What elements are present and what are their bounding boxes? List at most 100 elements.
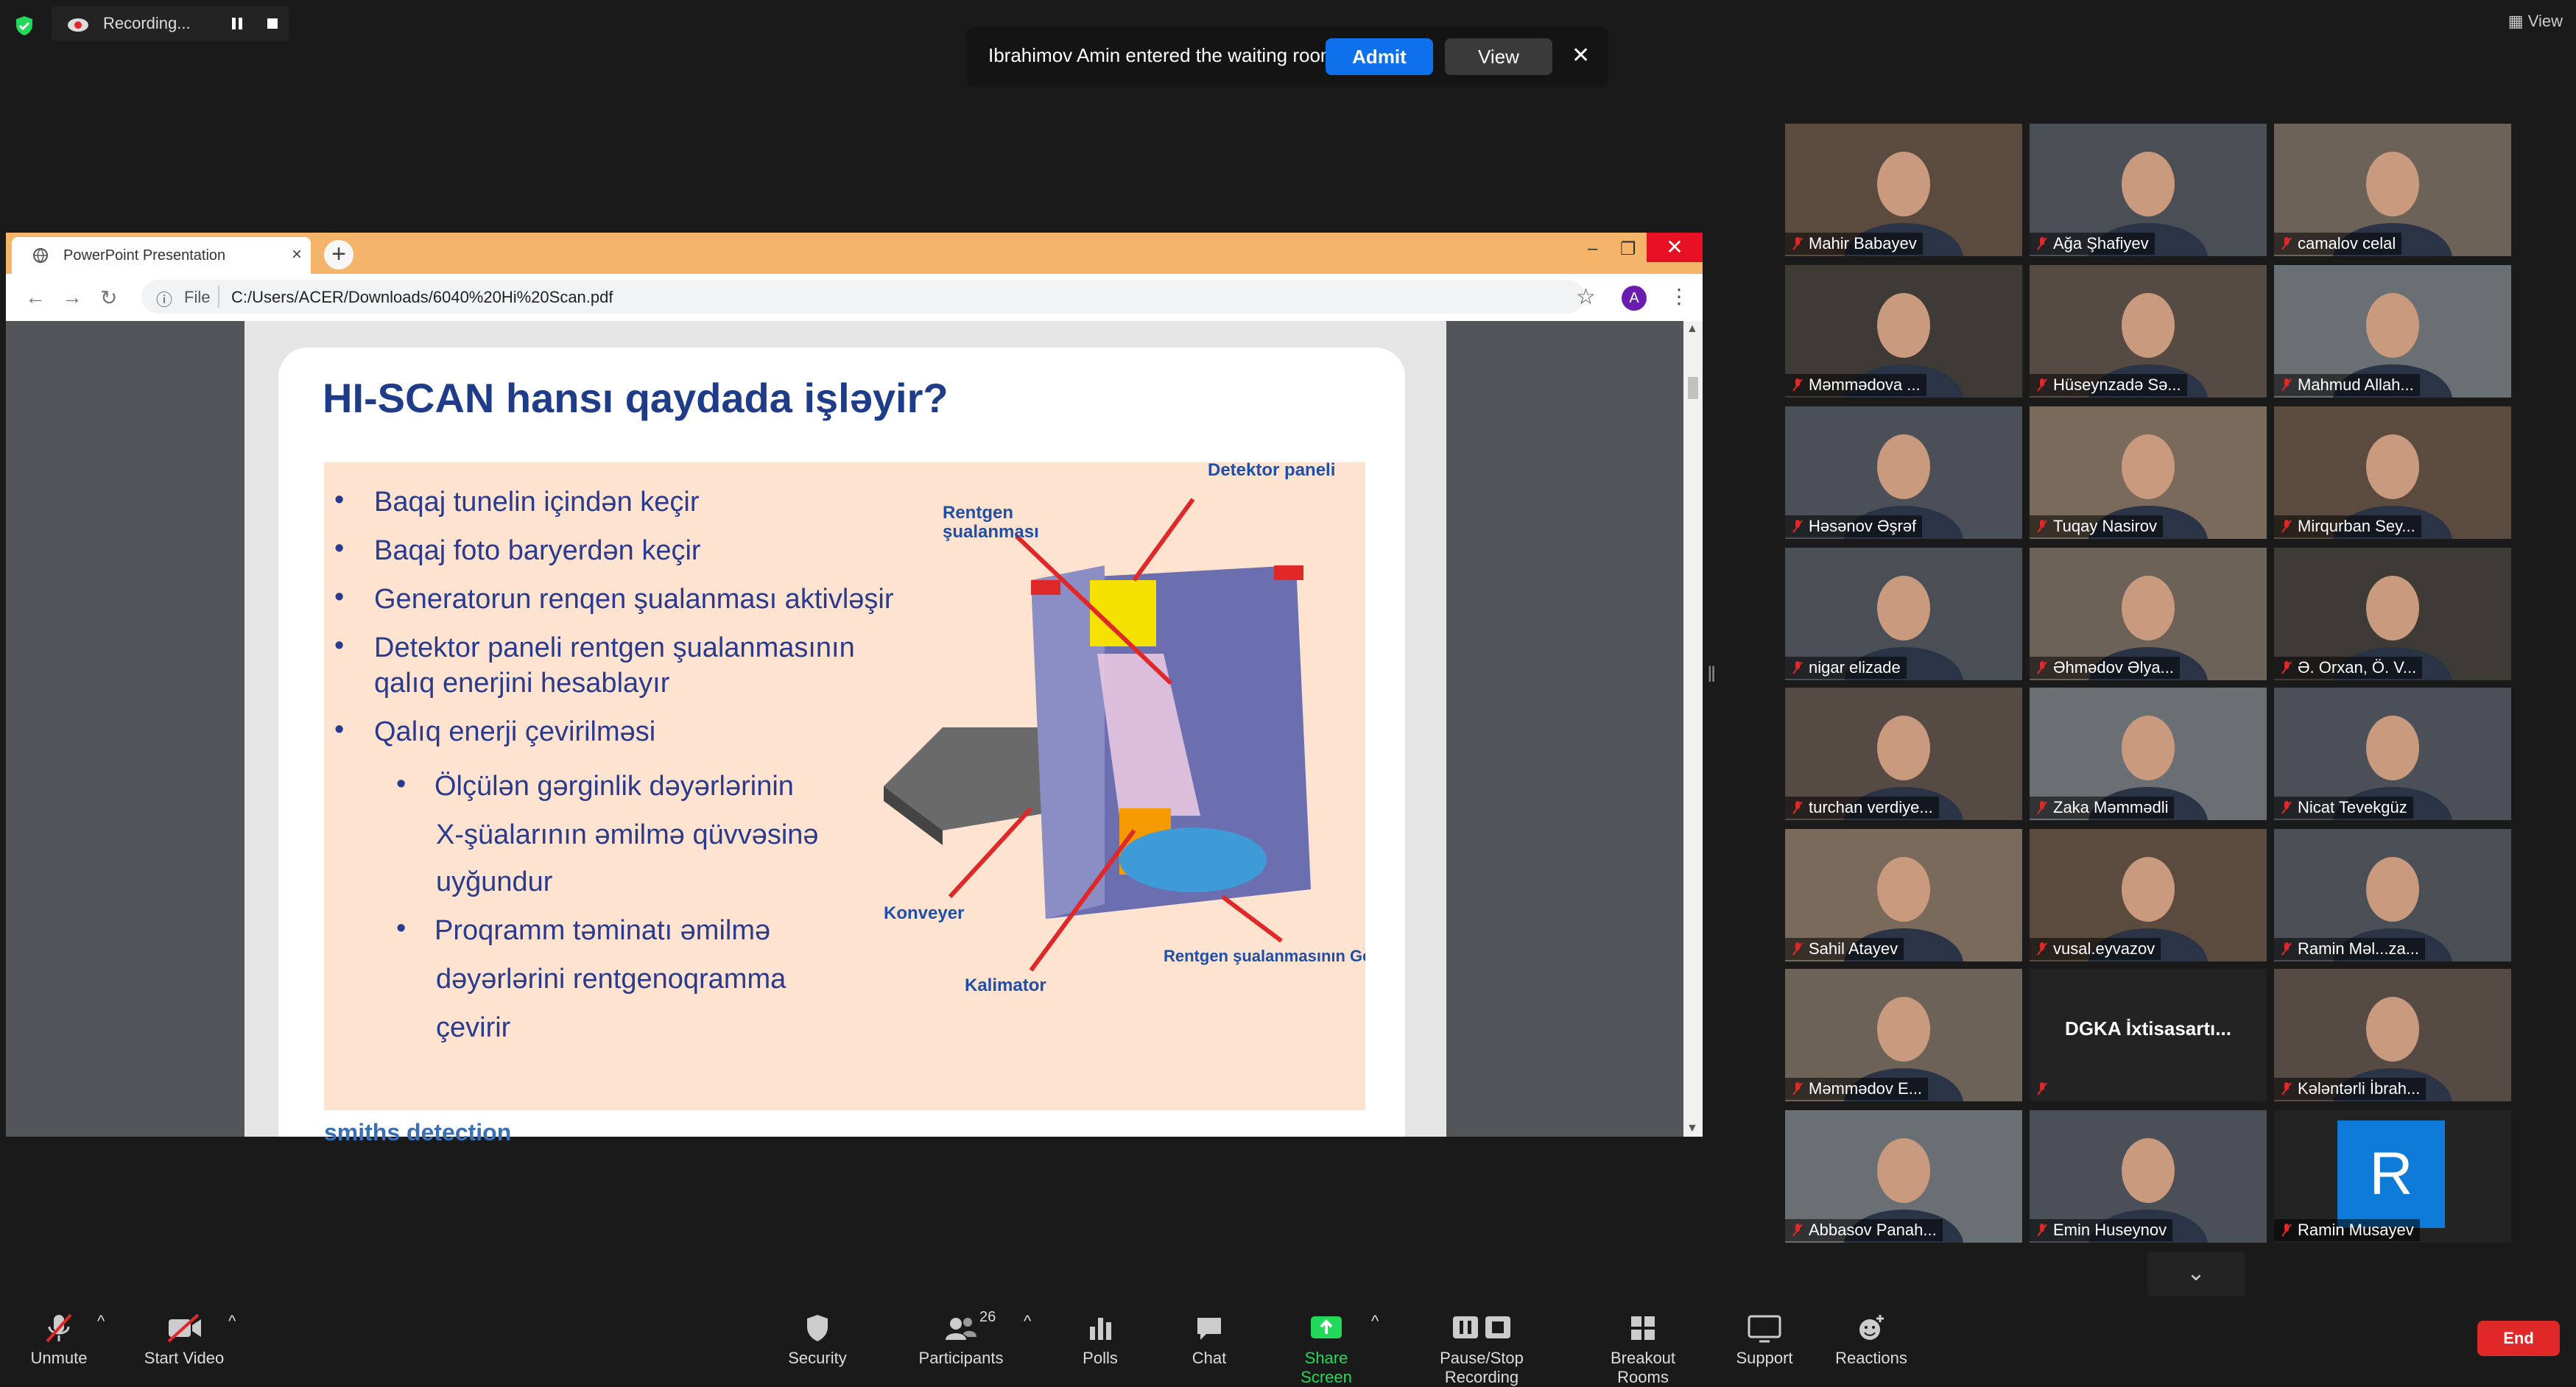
bookmark-star-icon[interactable]: ☆ xyxy=(1576,284,1596,310)
pause-recording-icon[interactable] xyxy=(228,15,246,32)
bullet-dot: • xyxy=(334,582,345,613)
bullet-dot: • xyxy=(334,630,345,661)
breakout-rooms-button[interactable]: Breakout Rooms xyxy=(1583,1312,1703,1387)
scrollbar-thumb[interactable] xyxy=(1688,377,1698,399)
more-menu-icon[interactable]: ⋮ xyxy=(1669,284,1689,308)
participant-tile[interactable]: Nicat Tevekgüz xyxy=(2274,688,2511,820)
panel-splitter[interactable]: ‖ xyxy=(1707,663,1716,699)
participants-icon xyxy=(946,1318,976,1340)
participant-tile[interactable]: Mahir Babayev xyxy=(1785,124,2022,256)
breakout-rooms-icon xyxy=(1631,1316,1655,1340)
view-waiting-room-button[interactable]: View xyxy=(1445,38,1552,75)
participant-tile[interactable]: Əhmədov Əlya... xyxy=(2030,548,2267,680)
participant-tile[interactable]: Emin Huseynov xyxy=(2030,1110,2267,1243)
admit-button[interactable]: Admit xyxy=(1326,38,1433,75)
chat-button[interactable]: Chat xyxy=(1187,1312,1231,1368)
participant-tile[interactable]: Həsənov Əşrəf xyxy=(1785,406,2022,539)
browser-tab[interactable]: PowerPoint Presentation × xyxy=(12,237,311,274)
scroll-down-icon[interactable]: ▼ xyxy=(1686,1122,1698,1135)
video-options-caret-icon[interactable]: ^ xyxy=(228,1312,236,1331)
participant-tile[interactable]: Məmmədova ... xyxy=(1785,265,2022,398)
view-menu-button[interactable]: ▦ View xyxy=(2508,12,2563,31)
scroll-up-icon[interactable]: ▲ xyxy=(1686,322,1698,336)
shared-screen: PowerPoint Presentation × + – ❐ ✕ ← → ↻ … xyxy=(6,233,1703,1146)
restore-icon[interactable]: ❐ xyxy=(1620,239,1636,260)
start-video-button[interactable]: Start Video xyxy=(140,1312,228,1368)
participant-tile[interactable]: vusal.eyvazov xyxy=(2030,829,2267,961)
info-icon: ⓘ xyxy=(156,291,173,309)
scrollbar[interactable]: ▲ ▼ xyxy=(1683,321,1703,1137)
unmute-button[interactable]: Unmute xyxy=(27,1312,91,1368)
participant-tile[interactable]: Ə. Orxan, Ö. V... xyxy=(2274,548,2511,680)
muted-mic-icon xyxy=(2281,1224,2292,1237)
polls-label: Polls xyxy=(1083,1349,1118,1367)
participant-tile[interactable]: Ağa Şhafiyev xyxy=(2030,124,2267,256)
participant-tile[interactable]: Kələntərli İbrah... xyxy=(2274,969,2511,1101)
participant-display-name: DGKA İxtisasartı... xyxy=(2065,1017,2231,1040)
participant-tile[interactable]: nigar elizade xyxy=(1785,548,2022,680)
participant-name-text: Ə. Orxan, Ö. V... xyxy=(2298,658,2417,677)
participant-tile[interactable]: Sahil Atayev xyxy=(1785,829,2022,961)
participant-name: Abbasov Panah... xyxy=(1785,1219,1943,1241)
bullet-item: Qalıq enerji çevirilməsi xyxy=(374,716,656,747)
gallery-next-page-button[interactable]: ⌄ xyxy=(2147,1252,2245,1299)
muted-mic-icon xyxy=(2037,661,2047,674)
muted-mic-icon xyxy=(2037,942,2047,956)
muted-mic-icon xyxy=(2037,237,2047,250)
bullet-item: Generatorun renqen şualanması aktivləşir xyxy=(374,584,894,615)
bullet-dot: • xyxy=(334,484,345,515)
participant-name: Mahmud Allah... xyxy=(2274,374,2420,396)
participant-tile[interactable]: Ramin Məl...za... xyxy=(2274,829,2511,961)
back-icon[interactable]: ← xyxy=(25,286,46,309)
polls-button[interactable]: Polls xyxy=(1077,1312,1124,1368)
participant-tile[interactable]: Hüseynzadə Sə... xyxy=(2030,265,2267,398)
participant-name-text: Kələntərli İbrah... xyxy=(2298,1079,2421,1098)
profile-avatar[interactable]: A xyxy=(1622,286,1647,311)
close-icon[interactable]: ✕ xyxy=(1572,43,1590,68)
url-scheme-label: File xyxy=(184,288,211,306)
unmute-label: Unmute xyxy=(30,1349,88,1367)
participants-count: 26 xyxy=(979,1309,996,1325)
participant-name-text: Zaka Məmmədli xyxy=(2053,798,2169,816)
participant-name-text: Həsənov Əşrəf xyxy=(1809,517,1917,535)
muted-mic-icon xyxy=(2281,520,2292,533)
reactions-label: Reactions xyxy=(1835,1349,1907,1367)
participant-tile[interactable]: Mirqurban Sey... xyxy=(2274,406,2511,539)
participant-name-text: Sahil Atayev xyxy=(1809,939,1898,958)
chat-icon xyxy=(1197,1318,1221,1340)
close-tab-icon[interactable]: × xyxy=(292,244,302,265)
muted-mic-icon xyxy=(2281,942,2292,956)
participants-caret-icon[interactable]: ^ xyxy=(1024,1312,1031,1331)
bullet-item-continued: qalıq enerjini hesablayır xyxy=(374,668,670,699)
minimize-icon[interactable]: – xyxy=(1588,239,1597,259)
pause-stop-recording-button[interactable]: Pause/Stop Recording xyxy=(1402,1312,1561,1387)
participant-tile[interactable]: Tuqay Nasirov xyxy=(2030,406,2267,539)
url-field[interactable]: ⓘ File C:/Users/ACER/Downloads/6040%20Hi… xyxy=(141,280,1585,314)
participant-name-text: Əhmədov Əlya... xyxy=(2053,658,2174,677)
participant-tile[interactable]: DGKA İxtisasartı... xyxy=(2030,969,2267,1101)
label-generator: Rentgen şualanmasının Generatoru xyxy=(1164,947,1365,965)
audio-options-caret-icon[interactable]: ^ xyxy=(97,1312,105,1331)
security-button[interactable]: Security xyxy=(782,1312,853,1368)
label-rentgen: Rentgen xyxy=(943,503,1013,523)
participant-tile[interactable]: Zaka Məmmədli xyxy=(2030,688,2267,820)
forward-icon[interactable]: → xyxy=(62,286,82,309)
share-options-caret-icon[interactable]: ^ xyxy=(1371,1312,1379,1331)
participant-tile[interactable]: Abbasov Panah... xyxy=(1785,1110,2022,1243)
support-button[interactable]: Support xyxy=(1735,1312,1794,1368)
participant-tile[interactable]: turchan verdiye... xyxy=(1785,688,2022,820)
waiting-room-notification: Ibrahimov Amin entered the waiting room … xyxy=(966,27,1608,87)
reload-icon[interactable]: ↻ xyxy=(100,286,117,310)
participant-tile[interactable]: R Ramin Musayev xyxy=(2274,1110,2511,1243)
new-tab-button[interactable]: + xyxy=(324,240,353,269)
bullet-dot: • xyxy=(334,714,345,745)
share-screen-button[interactable]: Share Screen xyxy=(1277,1312,1376,1387)
close-window-button[interactable]: ✕ xyxy=(1647,233,1703,262)
participant-tile[interactable]: Məmmədov E... xyxy=(1785,969,2022,1101)
participant-tile[interactable]: Mahmud Allah... xyxy=(2274,265,2511,398)
participant-tile[interactable]: camalov celal xyxy=(2274,124,2511,256)
recording-indicator[interactable]: Recording... xyxy=(52,6,289,41)
stop-recording-icon[interactable] xyxy=(264,15,281,32)
reactions-button[interactable]: Reactions xyxy=(1835,1312,1907,1368)
end-meeting-button[interactable]: End xyxy=(2477,1321,2560,1356)
